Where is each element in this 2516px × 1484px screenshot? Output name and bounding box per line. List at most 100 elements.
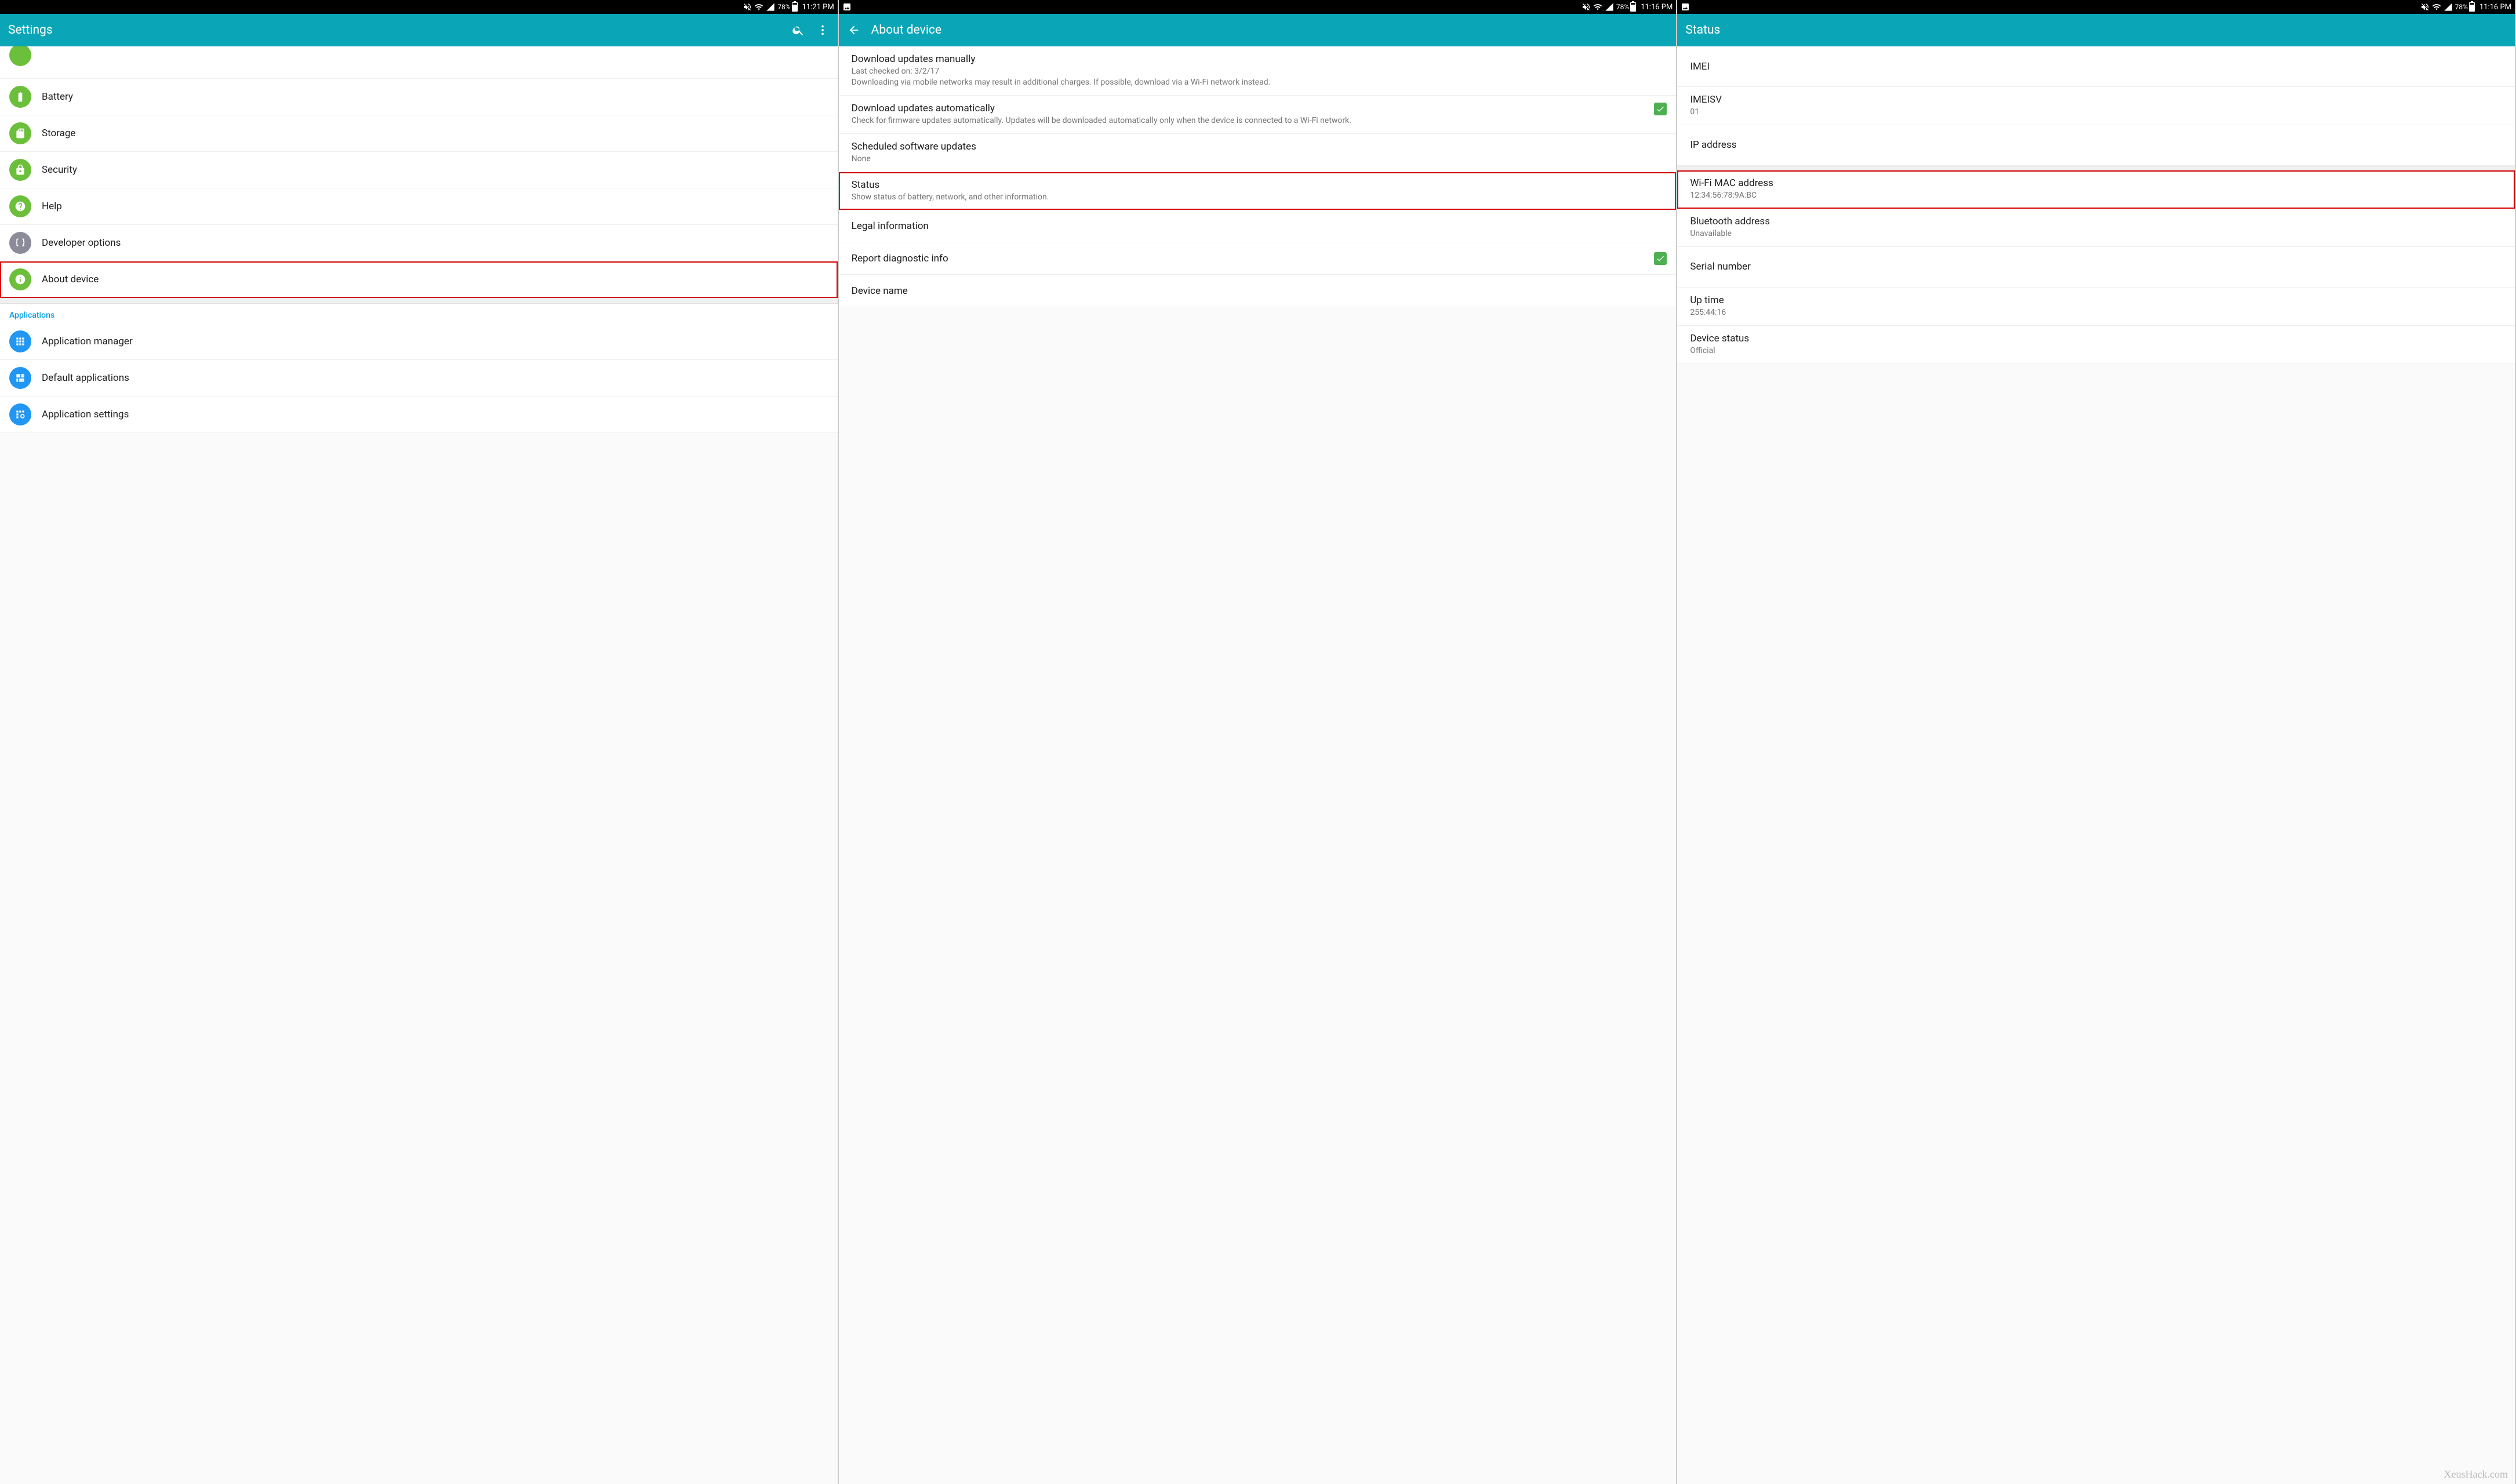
page-title: Settings [8, 23, 781, 37]
generic-icon [9, 46, 31, 66]
item-label: Up time [1690, 294, 2506, 306]
settings-item-default-apps[interactable]: Default applications [0, 360, 838, 397]
checkbox-checked-icon[interactable] [1654, 252, 1667, 265]
battery-indicator: 78% [2455, 2, 2475, 12]
settings-item-security[interactable]: Security [0, 152, 838, 188]
item-download-manual[interactable]: Download updates manually Last checked o… [839, 46, 1677, 96]
signal-icon [1605, 2, 1614, 12]
item-label: Battery [42, 91, 828, 103]
item-status[interactable]: Status Show status of battery, network, … [839, 172, 1677, 210]
search-icon[interactable] [791, 23, 805, 37]
item-bluetooth-address[interactable]: Bluetooth address Unavailable [1677, 209, 2515, 247]
status-list: IMEI IMEISV 01 IP address Wi-Fi MAC addr… [1677, 46, 2515, 1484]
item-label: Serial number [1690, 261, 2506, 272]
item-subtext: None [852, 154, 1667, 165]
item-subtext: Unavailable [1690, 228, 2506, 239]
status-bar: 78% 11:21 PM [0, 0, 838, 14]
item-label: Status [852, 179, 1667, 191]
settings-item-app-manager[interactable]: Application manager [0, 323, 838, 360]
mute-icon [1581, 2, 1591, 12]
item-ip-address[interactable]: IP address [1677, 125, 2515, 166]
item-subtext: 12:34:56:78:9A:BC [1690, 190, 2506, 201]
item-subtext: Last checked on: 3/2/17 Downloading via … [852, 66, 1667, 88]
item-uptime[interactable]: Up time 255:44:16 [1677, 288, 2515, 326]
clock: 11:21 PM [802, 3, 834, 12]
item-subtext: Check for firmware updates automatically… [852, 115, 1644, 126]
settings-item-about[interactable]: About device [0, 261, 838, 298]
screenshot-icon [1681, 2, 1690, 12]
item-label: Legal information [852, 220, 1667, 232]
item-subtext: Official [1690, 345, 2506, 357]
about-list: Download updates manually Last checked o… [839, 46, 1677, 1484]
item-label: Application settings [42, 409, 828, 420]
signal-icon [766, 2, 775, 12]
item-label: Application manager [42, 336, 828, 347]
item-label: Download updates manually [852, 53, 1667, 65]
settings-item-battery[interactable]: Battery [0, 79, 838, 115]
battery-icon [9, 86, 31, 108]
signal-icon [2444, 2, 2453, 12]
info-icon [9, 268, 31, 290]
item-legal[interactable]: Legal information [839, 210, 1677, 242]
item-device-status[interactable]: Device status Official [1677, 326, 2515, 364]
section-divider [0, 298, 838, 304]
screenshot-icon [842, 2, 852, 12]
item-serial-number[interactable]: Serial number [1677, 247, 2515, 288]
item-wifi-mac[interactable]: Wi-Fi MAC address 12:34:56:78:9A:BC [1677, 170, 2515, 209]
item-label: IMEI [1690, 61, 2506, 72]
item-label: Developer options [42, 237, 828, 249]
item-label: Storage [42, 128, 828, 139]
mute-icon [2420, 2, 2430, 12]
item-download-auto[interactable]: Download updates automatically Check for… [839, 96, 1677, 134]
battery-indicator: 78% [777, 2, 797, 12]
screen-status: 78% 11:16 PM Status IMEI IMEISV 01 IP ad… [1677, 0, 2516, 1484]
mute-icon [743, 2, 752, 12]
settings-item-storage[interactable]: Storage [0, 115, 838, 152]
item-report-diagnostic[interactable]: Report diagnostic info [839, 242, 1677, 275]
clock: 11:16 PM [2479, 3, 2511, 12]
settings-item-app-settings[interactable]: Application settings [0, 397, 838, 433]
item-imeisv[interactable]: IMEISV 01 [1677, 87, 2515, 125]
settings-list: Battery Storage Security Help [0, 46, 838, 1484]
back-icon[interactable] [847, 23, 861, 37]
overflow-menu-icon[interactable] [816, 23, 830, 37]
item-label: Wi-Fi MAC address [1690, 177, 2506, 189]
section-header-applications: Applications [0, 304, 838, 323]
apps-default-icon [9, 367, 31, 389]
status-bar: 78% 11:16 PM [839, 0, 1677, 14]
item-device-name[interactable]: Device name [839, 275, 1677, 307]
wifi-icon [2432, 2, 2441, 12]
app-bar: Status [1677, 14, 2515, 46]
settings-item-developer[interactable]: Developer options [0, 225, 838, 261]
battery-indicator: 78% [1616, 2, 1636, 12]
item-label: IP address [1690, 139, 2506, 151]
item-subtext: 01 [1690, 107, 2506, 118]
clock: 11:16 PM [1641, 3, 1673, 12]
checkbox-checked-icon[interactable] [1654, 103, 1667, 115]
braces-icon [9, 232, 31, 254]
item-label: Device status [1690, 333, 2506, 344]
item-label: Help [42, 201, 828, 212]
item-label: Default applications [42, 372, 828, 384]
sd-card-icon [9, 122, 31, 144]
wifi-icon [1593, 2, 1602, 12]
screen-settings: 78% 11:21 PM Settings Battery [0, 0, 839, 1484]
section-divider [1677, 166, 2515, 170]
app-bar: Settings [0, 14, 838, 46]
lock-icon [9, 159, 31, 181]
help-icon [9, 195, 31, 217]
battery-percent: 78% [777, 3, 790, 11]
apps-grid-icon [9, 330, 31, 352]
item-subtext: 255:44:16 [1690, 307, 2506, 318]
item-label: Download updates automatically [852, 103, 1644, 114]
item-label: Bluetooth address [1690, 216, 2506, 227]
item-imei[interactable]: IMEI [1677, 46, 2515, 87]
list-item[interactable] [0, 46, 838, 79]
app-bar: About device [839, 14, 1677, 46]
item-label: Device name [852, 285, 1667, 297]
settings-item-help[interactable]: Help [0, 188, 838, 225]
item-label: About device [42, 274, 828, 285]
battery-percent: 78% [2455, 3, 2468, 11]
item-scheduled-updates[interactable]: Scheduled software updates None [839, 134, 1677, 172]
status-bar: 78% 11:16 PM [1677, 0, 2515, 14]
